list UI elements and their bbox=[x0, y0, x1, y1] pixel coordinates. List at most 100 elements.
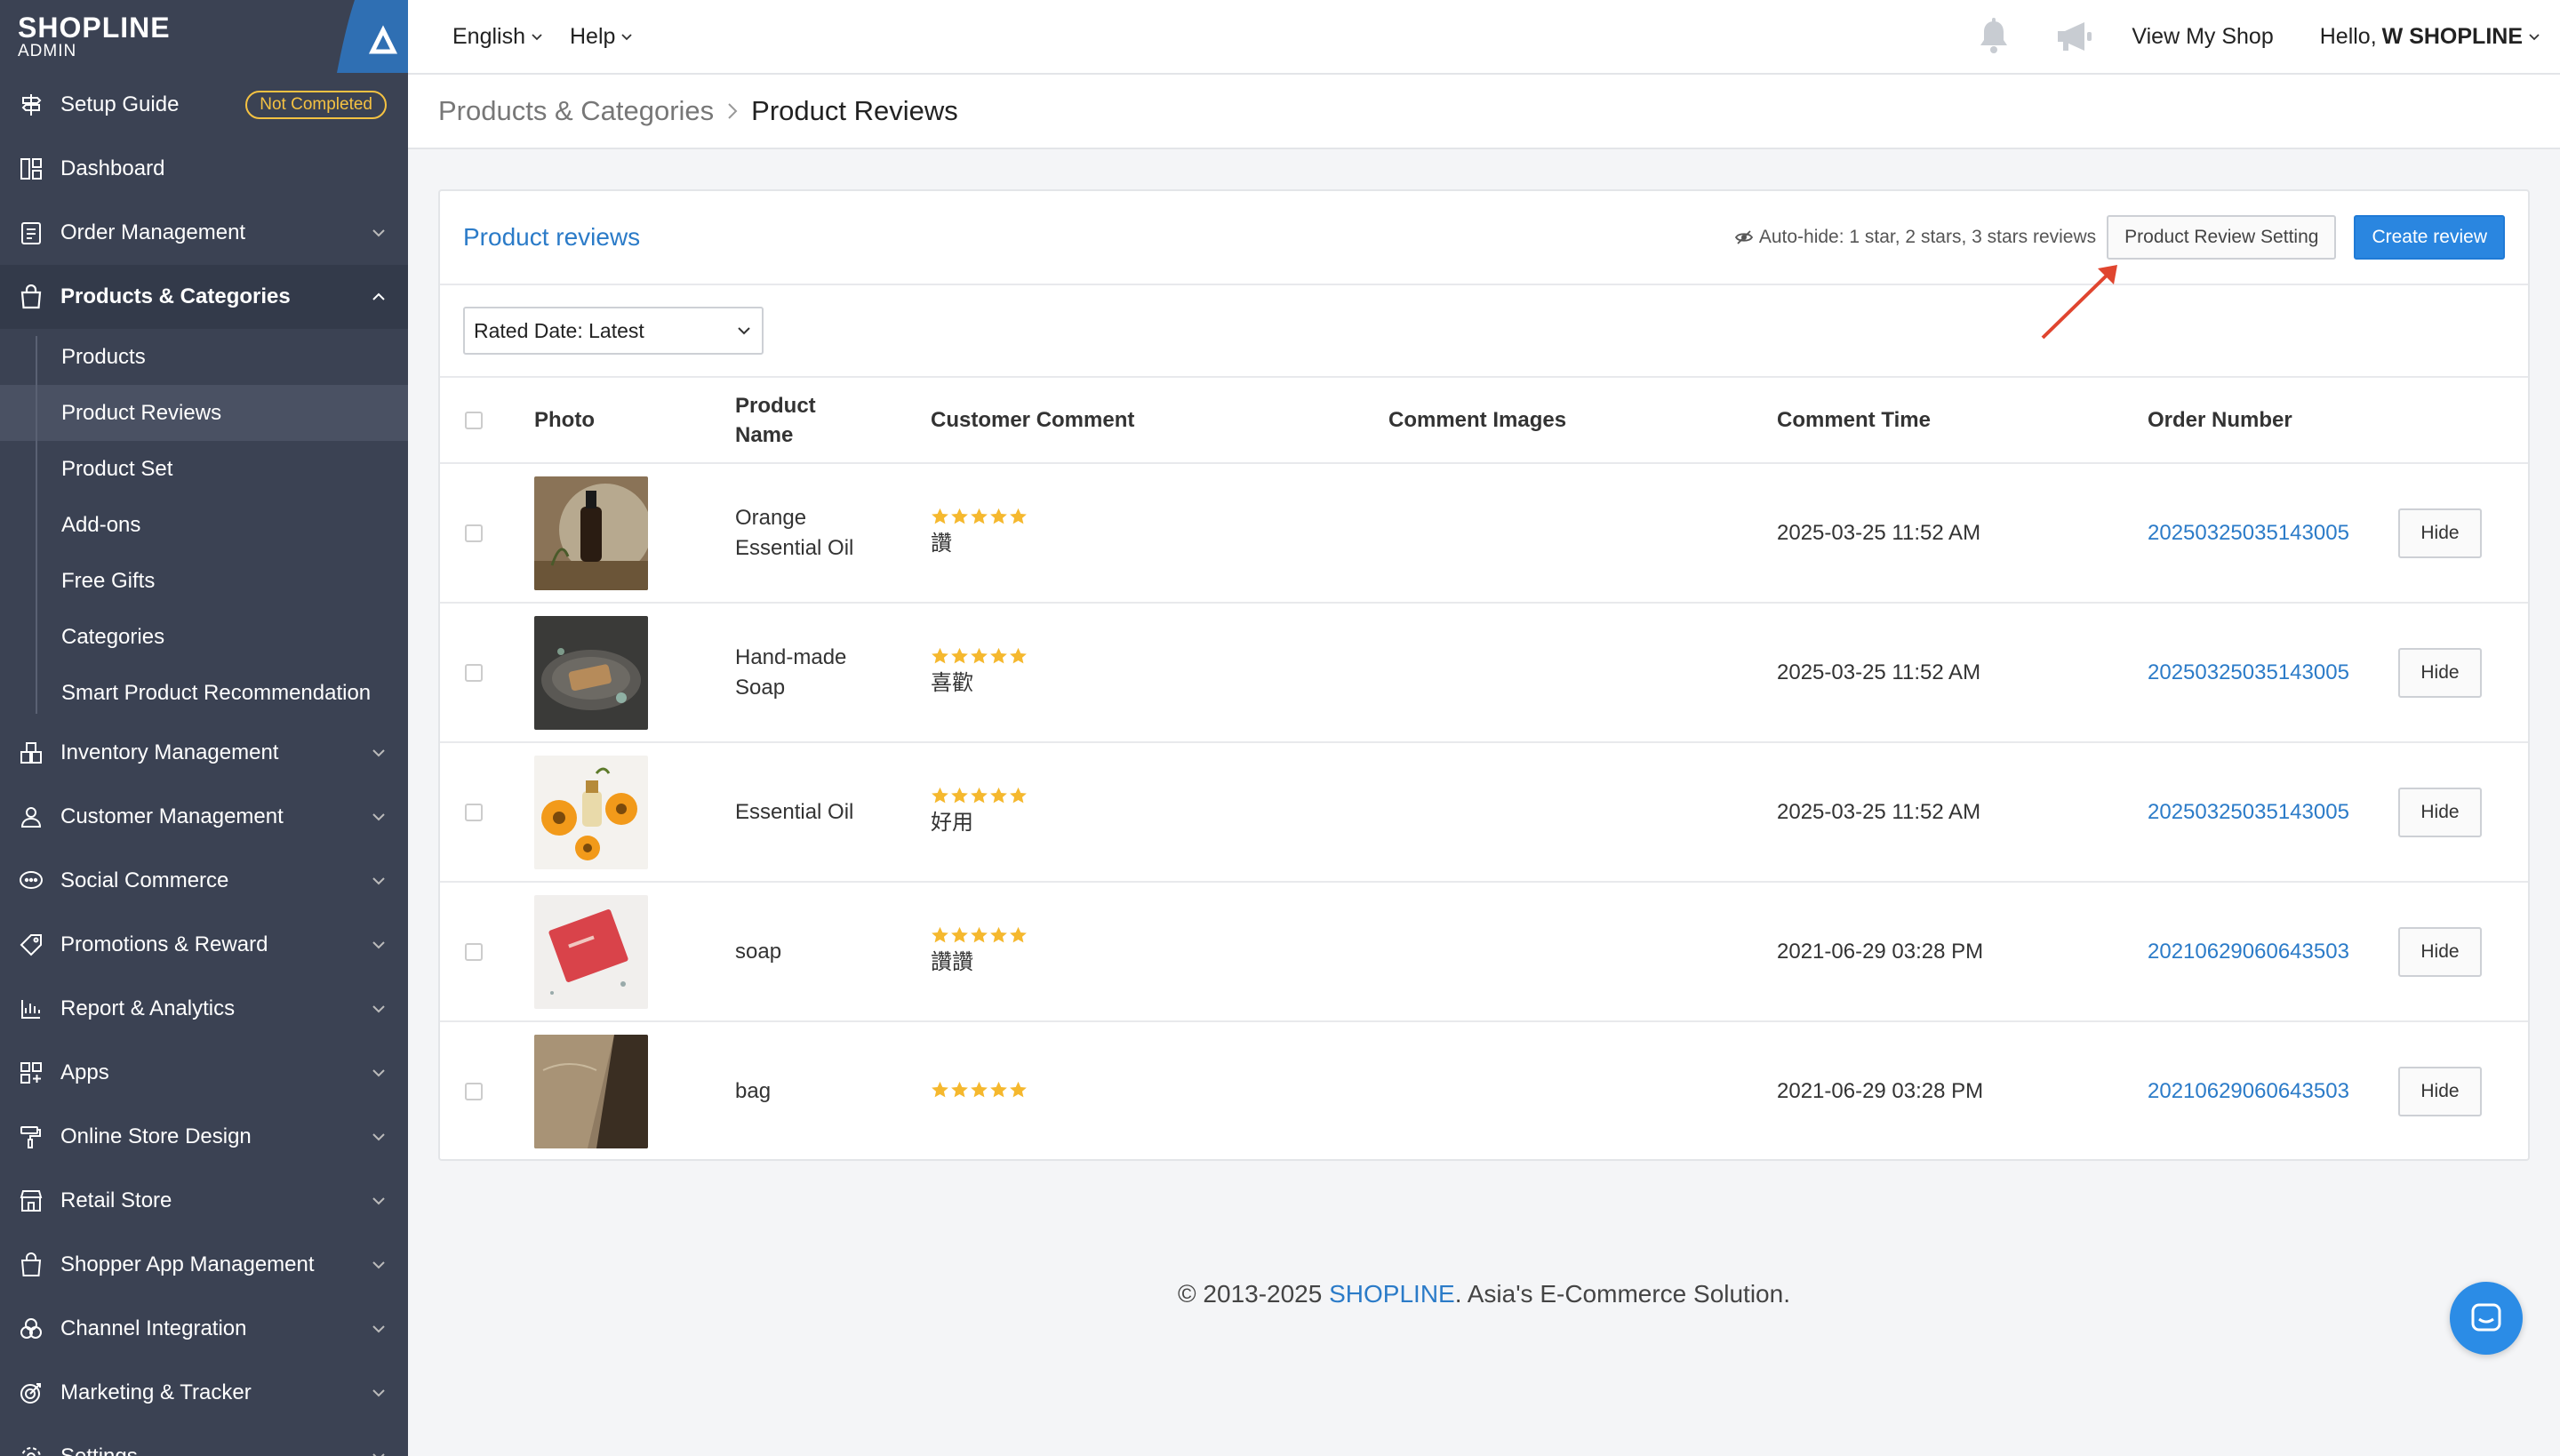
footer-suffix: . Asia's E-Commerce Solution. bbox=[1454, 1280, 1790, 1308]
view-my-shop-link[interactable]: View My Shop bbox=[2132, 24, 2273, 50]
create-review-button[interactable]: Create review bbox=[2354, 215, 2505, 260]
sidebar-item-report[interactable]: Report & Analytics bbox=[0, 977, 408, 1041]
select-all-checkbox[interactable] bbox=[465, 411, 483, 429]
chevron-down-icon bbox=[372, 1069, 385, 1077]
sidebar-item-settings[interactable]: Settings bbox=[0, 1425, 408, 1456]
star-icon bbox=[1010, 787, 1027, 803]
product-name: Hand-made Soap bbox=[735, 644, 847, 700]
sidebar-label: Apps bbox=[60, 1060, 109, 1084]
table-row: Hand-made Soap 喜歡 2025-03-25 11:52 AM 20… bbox=[440, 603, 2528, 743]
hide-button[interactable]: Hide bbox=[2398, 926, 2482, 977]
sidebar-item-inventory[interactable]: Inventory Management bbox=[0, 721, 408, 785]
product-name: Essential Oil bbox=[735, 799, 854, 824]
sidebar-label: Shopper App Management bbox=[60, 1252, 315, 1276]
star-icon bbox=[932, 508, 948, 524]
order-number-link[interactable]: 20250325035143005 bbox=[2148, 660, 2349, 684]
card-title: Product reviews bbox=[463, 223, 641, 251]
gear-icon bbox=[18, 1444, 44, 1456]
hide-button[interactable]: Hide bbox=[2398, 1067, 2482, 1116]
row-checkbox[interactable] bbox=[465, 1083, 483, 1100]
sidebar-item-retail-store[interactable]: Retail Store bbox=[0, 1169, 408, 1233]
sidebar-item-customer[interactable]: Customer Management bbox=[0, 785, 408, 849]
footer-brand-link[interactable]: SHOPLINE bbox=[1329, 1280, 1455, 1308]
star-icon bbox=[971, 787, 988, 803]
not-completed-badge: Not Completed bbox=[245, 91, 387, 119]
notification-bell-button[interactable] bbox=[1972, 14, 2016, 59]
sidebar-item-shopper-app[interactable]: Shopper App Management bbox=[0, 1233, 408, 1297]
order-number-link[interactable]: 20250325035143005 bbox=[2148, 800, 2349, 824]
sidebar-item-setup-guide[interactable]: Setup Guide Not Completed bbox=[0, 73, 408, 137]
hide-button[interactable]: Hide bbox=[2398, 787, 2482, 837]
sidebar-subitem-product-set[interactable]: Product Set bbox=[0, 441, 408, 497]
breadcrumb-parent[interactable]: Products & Categories bbox=[438, 95, 714, 127]
shopline-logo[interactable]: SHOPLINE ADMIN bbox=[0, 0, 408, 73]
order-number-link[interactable]: 20210629060643503 bbox=[2148, 1079, 2349, 1103]
sidebar-subitem-products[interactable]: Products bbox=[0, 329, 408, 385]
star-icon bbox=[971, 508, 988, 524]
sidebar-subitem-add-ons[interactable]: Add-ons bbox=[0, 497, 408, 553]
sort-select-value: Rated Date: Latest bbox=[474, 318, 644, 342]
row-checkbox[interactable] bbox=[465, 803, 483, 821]
sidebar-label: Channel Integration bbox=[60, 1316, 247, 1340]
user-menu[interactable]: Hello, W SHOPLINE bbox=[2320, 24, 2540, 50]
sidebar-subitem-free-gifts[interactable]: Free Gifts bbox=[0, 553, 408, 609]
sidebar-item-apps[interactable]: Apps bbox=[0, 1041, 408, 1105]
row-checkbox[interactable] bbox=[465, 942, 483, 961]
chevron-down-icon bbox=[372, 1197, 385, 1205]
product-review-setting-button[interactable]: Product Review Setting bbox=[2107, 215, 2337, 260]
star-icon bbox=[932, 1081, 948, 1098]
circles-icon bbox=[18, 1316, 44, 1342]
storefront-icon bbox=[18, 1188, 44, 1214]
sidebar-item-online-store-design[interactable]: Online Store Design bbox=[0, 1105, 408, 1169]
sidebar-label: Report & Analytics bbox=[60, 996, 236, 1020]
sidebar-subitem-categories[interactable]: Categories bbox=[0, 609, 408, 665]
chevron-down-icon bbox=[372, 941, 385, 949]
sidebar-item-social-commerce[interactable]: Social Commerce bbox=[0, 849, 408, 913]
sidebar-item-channel-integration[interactable]: Channel Integration bbox=[0, 1297, 408, 1361]
help-dropdown[interactable]: Help bbox=[570, 24, 633, 50]
star-icon bbox=[951, 647, 968, 663]
autohide-text: Auto-hide: 1 star, 2 stars, 3 stars revi… bbox=[1758, 227, 2097, 247]
sidebar-item-marketing[interactable]: Marketing & Tracker bbox=[0, 1361, 408, 1425]
row-checkbox[interactable] bbox=[465, 524, 483, 542]
header-photo: Photo bbox=[534, 378, 735, 464]
product-photo-oil-bottle bbox=[534, 476, 648, 590]
comment-time: 2021-06-29 03:28 PM bbox=[1777, 1079, 1984, 1103]
comment-images-cell bbox=[1388, 882, 1777, 1022]
sort-select[interactable]: Rated Date: Latest bbox=[463, 307, 764, 355]
chevron-down-icon bbox=[372, 877, 385, 885]
order-number-link[interactable]: 20250325035143005 bbox=[2148, 521, 2349, 545]
announcement-button[interactable] bbox=[2052, 14, 2096, 59]
language-dropdown[interactable]: English bbox=[452, 24, 543, 50]
help-label: Help bbox=[570, 23, 616, 49]
header-comment-images: Comment Images bbox=[1388, 378, 1777, 464]
rating-stars bbox=[931, 508, 1388, 525]
megaphone-icon bbox=[2058, 22, 2092, 51]
sidebar-item-order-management[interactable]: Order Management bbox=[0, 201, 408, 265]
hide-button[interactable]: Hide bbox=[2398, 647, 2482, 698]
sidebar-subitem-product-reviews[interactable]: Product Reviews bbox=[0, 385, 408, 441]
sidebar-subitem-smart-recommendation[interactable]: Smart Product Recommendation bbox=[0, 665, 408, 721]
footer-prefix: © 2013-2025 bbox=[1178, 1280, 1330, 1308]
header-comment-time: Comment Time bbox=[1777, 378, 2148, 464]
hide-button[interactable]: Hide bbox=[2398, 508, 2482, 558]
sidebar-label: Setup Guide bbox=[60, 92, 180, 116]
order-number-link[interactable]: 20210629060643503 bbox=[2148, 940, 2349, 964]
comment-text: 讚 bbox=[931, 531, 952, 556]
boxes-icon bbox=[18, 740, 44, 766]
product-photo-soap-dish bbox=[534, 615, 648, 730]
products-submenu: Products Product Reviews Product Set Add… bbox=[0, 329, 408, 721]
sidebar-item-products-categories[interactable]: Products & Categories bbox=[0, 265, 408, 329]
bell-icon bbox=[1980, 18, 2008, 53]
chevron-down-icon bbox=[532, 34, 542, 41]
row-checkbox[interactable] bbox=[465, 663, 483, 682]
shopping-bag-icon bbox=[18, 284, 44, 310]
sidebar-item-promotions[interactable]: Promotions & Reward bbox=[0, 913, 408, 977]
sidebar-item-dashboard[interactable]: Dashboard bbox=[0, 137, 408, 201]
star-icon bbox=[1010, 1081, 1027, 1098]
star-icon bbox=[990, 1081, 1007, 1098]
chat-launcher-button[interactable] bbox=[2450, 1282, 2523, 1355]
comment-time: 2025-03-25 11:52 AM bbox=[1777, 742, 2148, 883]
header-order-number: Order Number bbox=[2148, 378, 2398, 464]
rating-stars bbox=[931, 926, 1388, 944]
